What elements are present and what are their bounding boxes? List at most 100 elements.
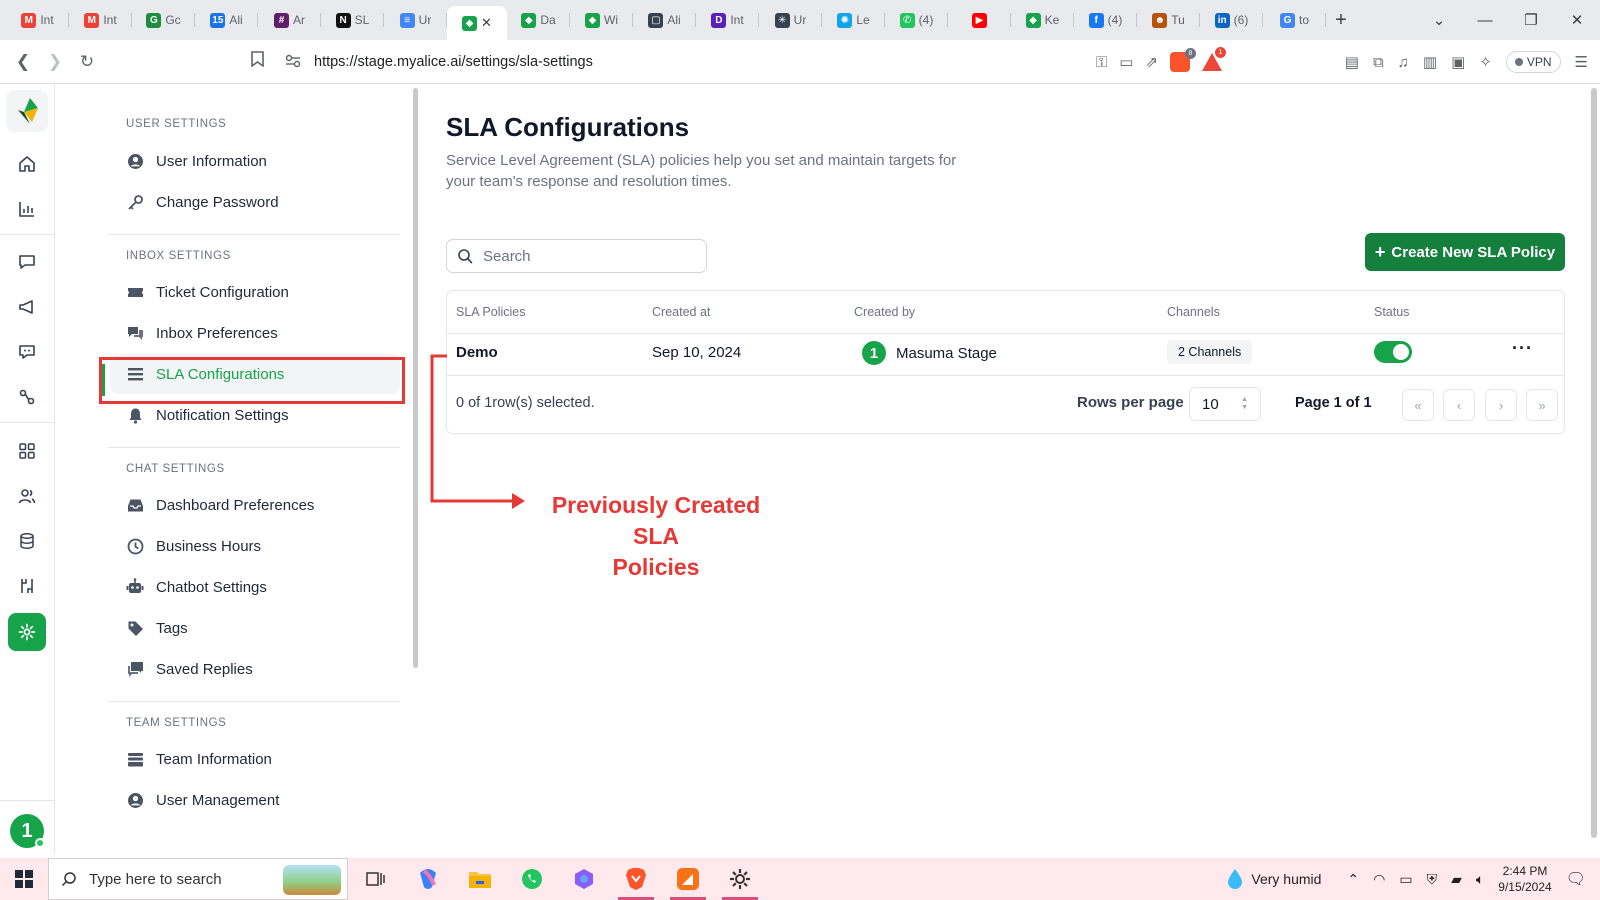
settings-item-user-management[interactable]: User Management	[110, 780, 400, 820]
omnibox[interactable]: https://stage.myalice.ai/settings/sla-se…	[280, 46, 1226, 78]
brave-browser-icon[interactable]	[610, 858, 662, 900]
copilot-icon[interactable]	[402, 858, 454, 900]
column-header-channels[interactable]: Channels	[1167, 305, 1220, 319]
database-icon[interactable]	[13, 527, 41, 555]
rows-per-page-select[interactable]: 10 ▲ ▼	[1189, 387, 1261, 421]
taskbar-search[interactable]: Type here to search	[48, 858, 348, 900]
battery-icon[interactable]: ▰	[1451, 871, 1462, 888]
task-view-icon[interactable]	[350, 858, 402, 900]
first-page-button[interactable]: «	[1402, 389, 1434, 421]
leo-ai-icon[interactable]: ✧	[1479, 53, 1492, 71]
settings-item-inbox-preferences[interactable]: Inbox Preferences	[110, 313, 400, 353]
settings-item-user-information[interactable]: User Information	[110, 141, 400, 181]
minimize-button[interactable]: —	[1462, 12, 1508, 29]
weather-widget[interactable]: Very humid	[1227, 868, 1321, 890]
browser-tab[interactable]: M Int	[6, 4, 69, 36]
vpn-button[interactable]: VPN	[1505, 51, 1561, 73]
password-key-icon[interactable]: ⚿	[1096, 54, 1107, 71]
whatsapp-icon[interactable]	[506, 858, 558, 900]
myalice-app-icon[interactable]	[662, 858, 714, 900]
channels-chip[interactable]: 2 Channels	[1167, 340, 1253, 364]
previous-page-button[interactable]: ‹	[1443, 389, 1475, 421]
wallet-icon[interactable]: ▣	[1451, 53, 1465, 71]
inbox-chat-icon[interactable]	[13, 248, 41, 276]
customers-icon[interactable]	[13, 482, 41, 510]
settings-item-saved-replies[interactable]: Saved Replies	[110, 649, 400, 689]
meet-now-icon[interactable]: ▭	[1399, 871, 1412, 888]
settings-app-icon[interactable]	[714, 858, 766, 900]
browser-tab[interactable]: # Ar	[258, 4, 321, 36]
column-header-created-by[interactable]: Created by	[854, 305, 915, 319]
apps-grid-icon[interactable]	[13, 437, 41, 465]
bookmark-icon[interactable]	[242, 51, 272, 72]
browser-tab[interactable]: ▶	[948, 4, 1011, 36]
user-avatar[interactable]: 1	[10, 814, 45, 848]
browser-tab[interactable]: ≡ Ur	[384, 4, 447, 36]
url-text[interactable]: https://stage.myalice.ai/settings/sla-se…	[314, 54, 593, 70]
close-tab-icon[interactable]: ✕	[481, 15, 492, 31]
browser-tab[interactable]: Gto	[1263, 4, 1326, 36]
notifications-icon[interactable]: 🗨︎	[1566, 869, 1586, 889]
wifi-icon[interactable]: ◠	[1373, 871, 1385, 888]
menu-icon[interactable]: ☰	[1575, 53, 1588, 71]
column-header-created-at[interactable]: Created at	[652, 305, 710, 319]
browser-tab[interactable]: N SL	[321, 4, 384, 36]
home-icon[interactable]	[13, 150, 41, 178]
more-options-icon[interactable]: ···	[1512, 338, 1533, 359]
back-button[interactable]: ❮	[8, 52, 38, 72]
settings-gear-icon[interactable]	[8, 613, 46, 651]
workspace-logo[interactable]	[6, 90, 48, 132]
browser-tab[interactable]: ◆ Da	[507, 4, 570, 36]
share-icon[interactable]: ⇗	[1145, 53, 1158, 71]
file-explorer-icon[interactable]	[454, 858, 506, 900]
workflow-icon[interactable]	[13, 383, 41, 411]
reload-button[interactable]: ↻	[72, 52, 102, 72]
search-input[interactable]	[483, 247, 683, 265]
sidebar-toggle-icon[interactable]: ▥	[1423, 53, 1437, 71]
browser-tab[interactable]: 15 Ali	[195, 4, 258, 36]
volume-icon[interactable]: 🔈︎	[1476, 871, 1484, 888]
browser-tab[interactable]: ☻ Tu	[1137, 4, 1200, 36]
reader-mode-icon[interactable]: ▤	[1345, 53, 1359, 71]
show-hidden-icons-icon[interactable]: ⌃	[1347, 871, 1359, 888]
browser-tab[interactable]: ✳ Ur	[759, 4, 822, 36]
page-scrollbar[interactable]	[1591, 88, 1597, 838]
settings-item-business-hours[interactable]: Business Hours	[110, 526, 400, 566]
browser-tab[interactable]: ✺ Le	[822, 4, 885, 36]
system-clock[interactable]: 2:44 PM 9/15/2024	[1498, 863, 1551, 895]
analytics-icon[interactable]	[13, 195, 41, 223]
settings-item-tags[interactable]: Tags	[110, 608, 400, 648]
brave-shields-icon[interactable]: 8	[1170, 48, 1196, 72]
sidebar-scrollbar[interactable]	[413, 88, 418, 668]
browser-tab[interactable]: ◆ ✕	[447, 6, 507, 40]
search-box[interactable]	[446, 239, 707, 273]
browser-tab[interactable]: ✆ (4)	[885, 4, 948, 36]
browser-tab[interactable]: G Gc	[132, 4, 195, 36]
column-header-policies[interactable]: SLA Policies	[456, 305, 525, 319]
next-page-button[interactable]: ›	[1485, 389, 1517, 421]
extensions-icon[interactable]: ⧉	[1373, 54, 1384, 71]
tab-search-icon[interactable]: ⌄	[1416, 11, 1462, 29]
browser-tab[interactable]: M Int	[69, 4, 132, 36]
media-icon[interactable]: ♫	[1398, 54, 1409, 71]
browser-tab[interactable]: f (4)	[1074, 4, 1137, 36]
settings-item-dashboard-preferences[interactable]: Dashboard Preferences	[110, 485, 400, 525]
brave-rewards-icon[interactable]: 1	[1202, 47, 1226, 71]
settings-item-team-information[interactable]: Team Information	[110, 739, 400, 779]
close-window-button[interactable]: ✕	[1554, 11, 1600, 29]
broadcast-megaphone-icon[interactable]	[13, 293, 41, 321]
chatbot-icon[interactable]	[13, 338, 41, 366]
integrations-icon[interactable]	[13, 572, 41, 600]
forward-button[interactable]: ❯	[40, 52, 70, 72]
settings-item-change-password[interactable]: Change Password	[110, 182, 400, 222]
last-page-button[interactable]: »	[1526, 389, 1558, 421]
cast-icon[interactable]: ▭	[1119, 53, 1133, 71]
browser-tab[interactable]: in (6)	[1200, 4, 1263, 36]
settings-item-ticket-configuration[interactable]: Ticket Configuration	[110, 272, 400, 312]
security-icon[interactable]: ⛨	[1427, 871, 1438, 888]
photos-app-icon[interactable]	[558, 858, 610, 900]
browser-tab[interactable]: ◆ Wi	[570, 4, 633, 36]
windows-start-button[interactable]	[0, 858, 48, 900]
status-toggle[interactable]	[1374, 341, 1412, 363]
column-header-status[interactable]: Status	[1374, 305, 1409, 319]
